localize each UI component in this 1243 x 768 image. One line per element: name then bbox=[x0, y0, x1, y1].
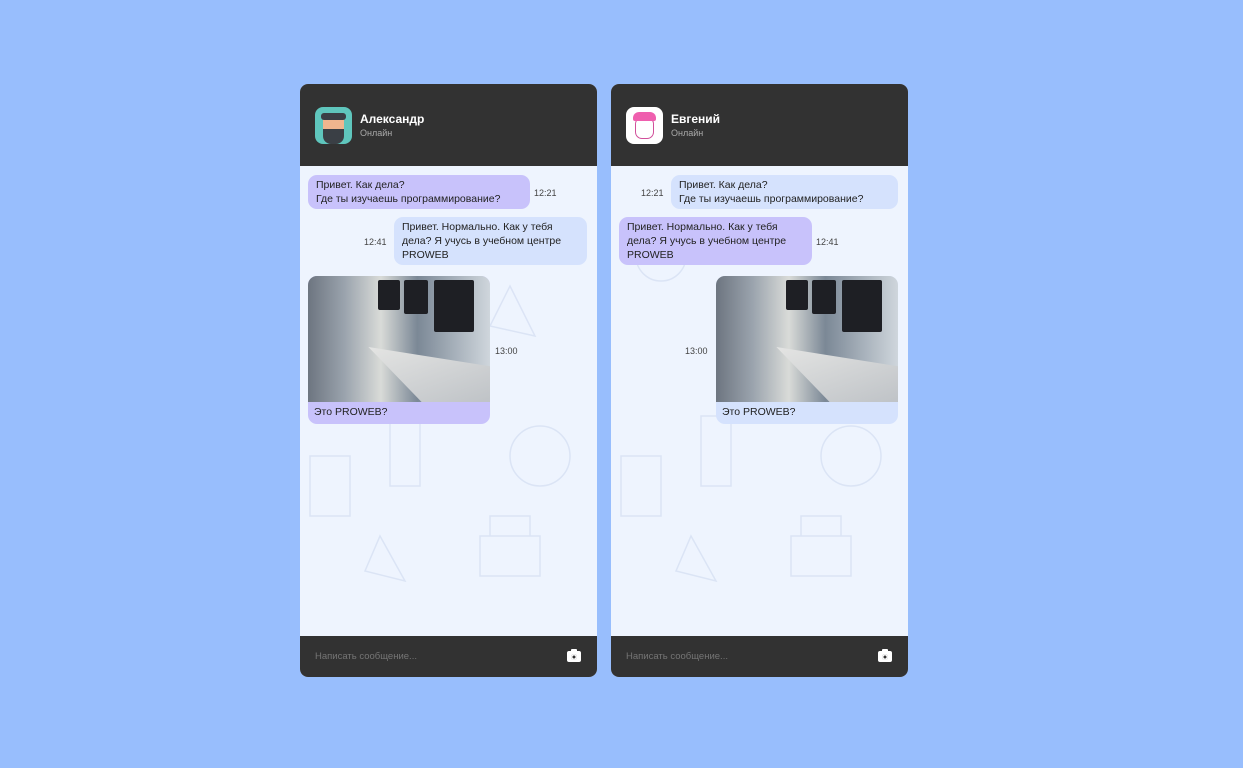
message-bubble-outgoing: Привет. Как дела? Где ты изучаешь програ… bbox=[671, 175, 898, 209]
message-input[interactable] bbox=[626, 651, 758, 662]
chat-window-aleksandr: Александр Онлайн Привет. Как дела? Где т… bbox=[300, 84, 597, 677]
message-time: 12:41 bbox=[364, 237, 387, 247]
contact-status: Онлайн bbox=[360, 128, 393, 138]
message-input[interactable] bbox=[315, 651, 447, 662]
message-time: 13:00 bbox=[495, 346, 518, 356]
message-bubble-incoming: Привет. Как дела? Где ты изучаешь програ… bbox=[308, 175, 530, 209]
computer-lab-photo[interactable] bbox=[716, 276, 898, 402]
avatar[interactable] bbox=[315, 106, 352, 144]
message-bubble-outgoing: Привет. Нормально. Как у тебя дела? Я уч… bbox=[394, 217, 587, 265]
contact-status: Онлайн bbox=[671, 128, 704, 138]
photo-caption: Это PROWEB? bbox=[314, 406, 388, 418]
message-composer bbox=[611, 636, 908, 677]
message-area[interactable]: Привет. Как дела? Где ты изучаешь програ… bbox=[611, 166, 908, 636]
contact-name: Евгений bbox=[671, 112, 721, 126]
message-time: 12:21 bbox=[641, 188, 664, 198]
message-time: 13:00 bbox=[685, 346, 708, 356]
message-bubble-incoming: Привет. Нормально. Как у тебя дела? Я уч… bbox=[619, 217, 812, 265]
avatar[interactable] bbox=[626, 106, 663, 144]
photo-caption: Это PROWEB? bbox=[722, 406, 796, 418]
computer-lab-photo[interactable] bbox=[308, 276, 490, 402]
chat-header: Александр Онлайн bbox=[300, 84, 597, 166]
message-time: 12:21 bbox=[534, 188, 557, 198]
camera-icon[interactable] bbox=[567, 649, 581, 662]
message-area[interactable]: Привет. Как дела? Где ты изучаешь програ… bbox=[300, 166, 597, 636]
chat-window-evgeniy: Евгений Онлайн Привет. Как дела? Где ты … bbox=[611, 84, 908, 677]
message-composer bbox=[300, 636, 597, 677]
chat-header: Евгений Онлайн bbox=[611, 84, 908, 166]
photo-message[interactable]: Это PROWEB? bbox=[308, 276, 490, 424]
photo-message[interactable]: Это PROWEB? bbox=[716, 276, 898, 424]
camera-icon[interactable] bbox=[878, 649, 892, 662]
message-time: 12:41 bbox=[816, 237, 839, 247]
contact-name: Александр bbox=[360, 112, 425, 126]
